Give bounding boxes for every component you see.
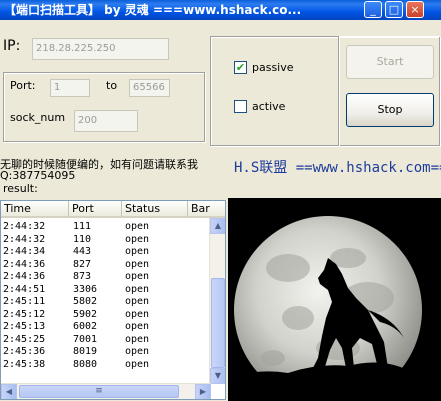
table-row[interactable]: 2:44:36 873 open: [1, 271, 211, 283]
result-label: result:: [3, 182, 38, 195]
maximize-button[interactable]: □: [385, 1, 403, 18]
scroll-thumb[interactable]: [211, 278, 225, 368]
cell-status: open: [125, 246, 150, 257]
sock-num-input[interactable]: 200: [74, 110, 138, 132]
scroll-down-icon: ▼: [214, 371, 222, 380]
scroll-grip-icon: ≡: [95, 386, 103, 396]
cell-status: open: [125, 308, 150, 320]
cell-port: 3306: [73, 283, 98, 295]
stop-button[interactable]: Stop: [346, 93, 434, 127]
scroll-down-button[interactable]: ▼: [210, 368, 225, 384]
results-list[interactable]: Time Port Status Bar 2:44:32 111 open 2:44:…: [0, 200, 226, 400]
cell-status: open: [125, 358, 150, 370]
list-header: Time Port Status Bar: [1, 201, 225, 218]
cell-port: 5902: [73, 308, 98, 320]
column-header-status[interactable]: Status: [122, 201, 188, 218]
cell-status: open: [125, 221, 150, 232]
window-title: 【端口扫描工具】 by 灵魂 ===www.hshack.co...: [4, 3, 302, 17]
maximize-icon: □: [388, 3, 400, 16]
scroll-left-button[interactable]: ◀: [1, 384, 17, 399]
cell-status: open: [125, 271, 150, 282]
table-row[interactable]: 2:45:25 7001 open: [1, 334, 211, 346]
ip-label: IP:: [3, 38, 21, 54]
cell-time: 2:45:38: [3, 358, 46, 370]
table-row[interactable]: 2:45:36 8019 open: [1, 346, 211, 358]
hscroll-thumb[interactable]: ≡: [19, 385, 179, 398]
table-row[interactable]: 2:45:13 6002 open: [1, 321, 211, 333]
column-header-port[interactable]: Port: [69, 201, 122, 218]
qq-text: Q:387754095: [0, 169, 76, 182]
table-row[interactable]: 2:44:32 110 open: [1, 234, 211, 246]
cell-time: 2:44:36: [3, 258, 46, 270]
cell-time: 2:44:34: [3, 246, 46, 257]
cell-status: open: [125, 283, 150, 295]
active-checkbox[interactable]: [234, 100, 247, 113]
close-button[interactable]: ×: [406, 1, 424, 18]
scroll-right-button[interactable]: ▶: [195, 384, 211, 399]
sock-num-label: sock_num: [10, 111, 66, 124]
cell-status: open: [125, 296, 150, 307]
cell-port: 8080: [73, 358, 98, 370]
cell-port: 7001: [73, 333, 98, 345]
moon-illustration: [228, 216, 441, 401]
cell-port: 443: [73, 246, 92, 257]
passive-checkbox[interactable]: ✔: [234, 61, 247, 74]
cell-time: 2:44:32: [3, 221, 46, 232]
banner-text: H.S联盟 ==www.hshack.com==: [234, 160, 441, 176]
scroll-right-icon: ▶: [199, 387, 207, 396]
cell-time: 2:45:36: [3, 346, 46, 357]
minimize-button[interactable]: _: [364, 1, 382, 18]
cell-status: open: [125, 258, 150, 270]
minimize-icon: _: [370, 3, 376, 16]
cell-status: open: [125, 321, 150, 332]
cell-time: 2:45:13: [3, 321, 46, 332]
port-end-input[interactable]: 65566: [129, 79, 170, 97]
scroll-up-button[interactable]: ▲: [210, 218, 225, 234]
cell-time: 2:45:25: [3, 333, 46, 345]
cell-status: open: [125, 233, 150, 245]
table-row[interactable]: 2:44:36 827 open: [1, 259, 211, 271]
cell-status: open: [125, 346, 150, 357]
table-row[interactable]: 2:44:32 111 open: [1, 221, 211, 233]
cell-port: 6002: [73, 321, 98, 332]
cell-time: 2:44:36: [3, 271, 46, 282]
cell-time: 2:45:11: [3, 296, 46, 307]
cell-port: 873: [73, 271, 92, 282]
cell-time: 2:45:12: [3, 308, 46, 320]
port-start-input[interactable]: 1: [50, 79, 90, 97]
to-label: to: [106, 79, 118, 92]
cell-port: 8019: [73, 346, 98, 357]
cell-time: 2:44:51: [3, 283, 46, 295]
table-row[interactable]: 2:44:51 3306 open: [1, 284, 211, 296]
vertical-scrollbar[interactable]: ▲ ▼: [209, 218, 225, 384]
table-row[interactable]: 2:45:12 5902 open: [1, 309, 211, 321]
table-row[interactable]: 2:45:38 8080 open: [1, 359, 211, 371]
scroll-up-icon: ▲: [214, 221, 222, 230]
cell-time: 2:44:32: [3, 233, 46, 245]
horizontal-scrollbar[interactable]: ◀ ≡ ▶: [1, 383, 211, 399]
cell-port: 5802: [73, 296, 98, 307]
ip-input[interactable]: 218.28.225.250: [32, 38, 169, 60]
passive-label[interactable]: passive: [252, 61, 294, 74]
start-button[interactable]: Start: [346, 45, 434, 79]
check-icon: ✔: [235, 61, 246, 74]
close-icon: ×: [410, 3, 420, 16]
cell-port: 111: [73, 221, 92, 232]
scroll-left-icon: ◀: [5, 387, 13, 396]
column-header-time[interactable]: Time: [1, 201, 69, 218]
cell-status: open: [125, 333, 150, 345]
column-header-bar[interactable]: Bar: [188, 201, 225, 218]
table-row[interactable]: 2:44:34 443 open: [1, 246, 211, 258]
active-label[interactable]: active: [252, 100, 285, 113]
wolf-moon-image: [228, 198, 441, 401]
cell-port: 110: [73, 233, 92, 245]
cell-port: 827: [73, 258, 92, 270]
table-row[interactable]: 2:45:11 5802 open: [1, 296, 211, 308]
port-label: Port:: [10, 79, 36, 92]
